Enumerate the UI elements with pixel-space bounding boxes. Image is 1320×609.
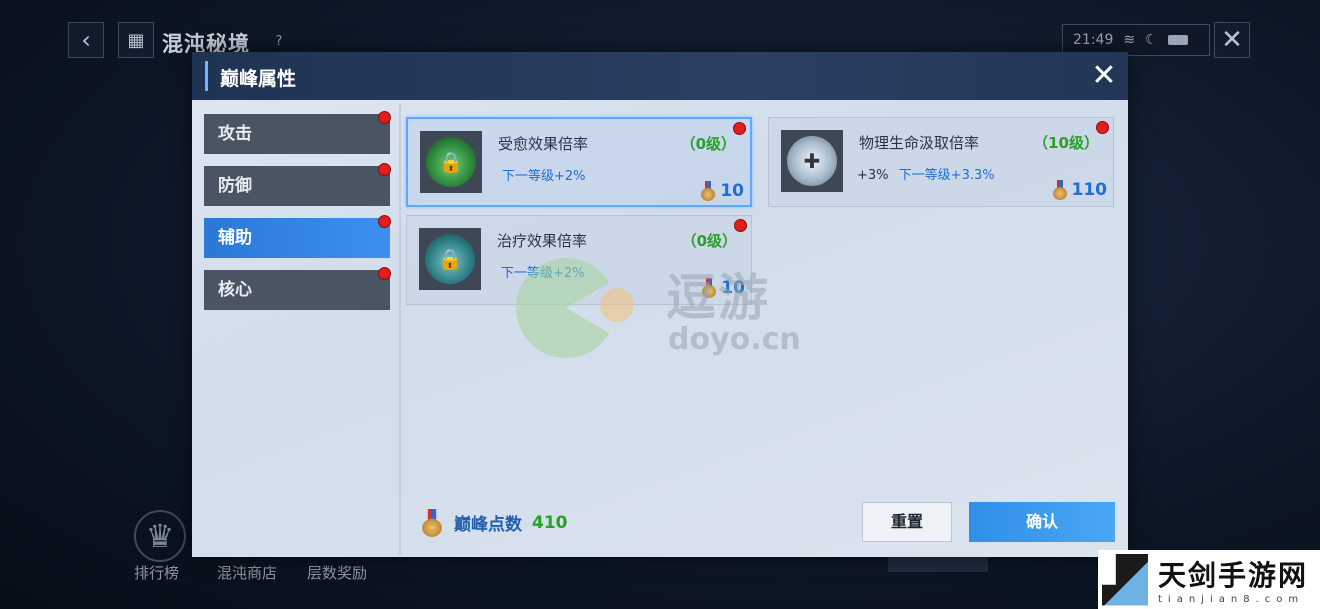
tab-attack[interactable]: 攻击: [204, 111, 391, 154]
notice-dot: [378, 215, 391, 228]
heal-lotus-icon: 🔒: [426, 137, 476, 187]
chevron-left-icon: ‹: [81, 26, 91, 54]
attribute-card-heal-received[interactable]: 🔒 受愈效果倍率 （0级） 下一等级+2% 10: [406, 117, 752, 207]
watermark-text: 天剑手游网: [1158, 559, 1309, 592]
wifi-icon: ≋: [1123, 32, 1136, 48]
reset-button[interactable]: 重置: [862, 502, 952, 542]
confirm-button[interactable]: 确认: [969, 502, 1115, 542]
tab-support[interactable]: 辅助: [204, 215, 391, 258]
card-cost: 110: [1052, 180, 1108, 200]
next-level-text: 下一等级+2%: [502, 169, 586, 184]
nav-ranking[interactable]: 排行榜: [134, 562, 179, 583]
header-accent: [205, 61, 208, 91]
dialog-header: 巅峰属性 ✕: [192, 52, 1128, 100]
attribute-card-life-drain[interactable]: ✚ 物理生命汲取倍率 （10级） +3% 下一等级+3.3% 110: [768, 117, 1114, 207]
tab-defense[interactable]: 防御: [204, 163, 391, 206]
medal-icon: [1052, 180, 1068, 200]
card-cost: 10: [700, 181, 744, 201]
watermark-url: doyo.cn: [668, 322, 801, 357]
card-level: （10级）: [1033, 134, 1099, 152]
treatment-icon: 🔒: [425, 234, 475, 284]
current-value-text: +3%: [857, 168, 889, 183]
tab-label: 核心: [218, 280, 252, 300]
medal-icon: [700, 181, 716, 201]
life-drain-icon: ✚: [787, 136, 837, 186]
dialog-title: 巅峰属性: [220, 68, 297, 90]
exit-button[interactable]: ✕: [1214, 22, 1250, 58]
category-sidebar: 攻击 防御 辅助 核心: [192, 100, 400, 557]
tianjian-watermark: 天剑手游网 tianjian8.com: [1098, 550, 1320, 609]
nav-floor-rewards[interactable]: 层数奖励: [307, 562, 367, 583]
notice-dot: [734, 219, 747, 232]
card-next-level: +3% 下一等级+3.3%: [857, 164, 995, 183]
grid-icon: ▦: [127, 29, 145, 51]
back-button[interactable]: ‹: [68, 22, 104, 58]
notice-dot: [733, 122, 746, 135]
nav-chaos-shop[interactable]: 混沌商店: [217, 562, 277, 583]
close-button[interactable]: ✕: [1088, 61, 1120, 93]
battery-icon: [1167, 35, 1188, 45]
card-level: （0级）: [681, 232, 737, 250]
card-next-level: 下一等级+2%: [502, 165, 586, 184]
tab-core[interactable]: 核心: [204, 267, 391, 310]
tianjian-logo-icon: [1102, 553, 1148, 606]
card-name: 受愈效果倍率: [498, 135, 589, 153]
trophy-icon[interactable]: ♛: [134, 510, 186, 562]
clock-text: 21:49: [1073, 32, 1114, 48]
notice-dot: [378, 111, 391, 124]
cost-value: 110: [1071, 180, 1108, 200]
close-icon: ✕: [1221, 25, 1243, 55]
notice-dot: [1096, 121, 1109, 134]
tab-label: 攻击: [218, 124, 252, 144]
medal-icon: [421, 508, 443, 537]
menu-button[interactable]: ▦: [118, 22, 154, 58]
points-value: 410: [532, 512, 568, 533]
notice-dot: [378, 163, 391, 176]
cost-value: 10: [720, 181, 744, 201]
card-icon-frame: 🔒: [420, 131, 482, 193]
card-icon-frame: ✚: [781, 130, 843, 192]
card-icon-frame: 🔒: [419, 228, 481, 290]
moon-icon: ☾: [1145, 32, 1158, 48]
notice-dot: [378, 267, 391, 280]
watermark-text-block: 天剑手游网 tianjian8.com: [1158, 554, 1308, 605]
logo-dot: [600, 288, 634, 322]
card-name: 治疗效果倍率: [497, 232, 588, 250]
sidebar-divider: [399, 104, 401, 554]
card-level: （0级）: [680, 135, 736, 153]
watermark-text: 逗游: [666, 269, 770, 327]
tab-label: 辅助: [218, 228, 252, 248]
points-label: 巅峰点数: [454, 515, 522, 535]
peak-points: 巅峰点数 410: [421, 508, 568, 537]
watermark-url: tianjian8.com: [1158, 594, 1305, 605]
help-icon[interactable]: ?: [270, 32, 288, 50]
doyo-watermark: 逗游 doyo.cn: [516, 258, 816, 368]
card-name: 物理生命汲取倍率: [859, 134, 980, 152]
tab-label: 防御: [218, 176, 252, 196]
next-level-text: 下一等级+3.3%: [898, 168, 995, 183]
